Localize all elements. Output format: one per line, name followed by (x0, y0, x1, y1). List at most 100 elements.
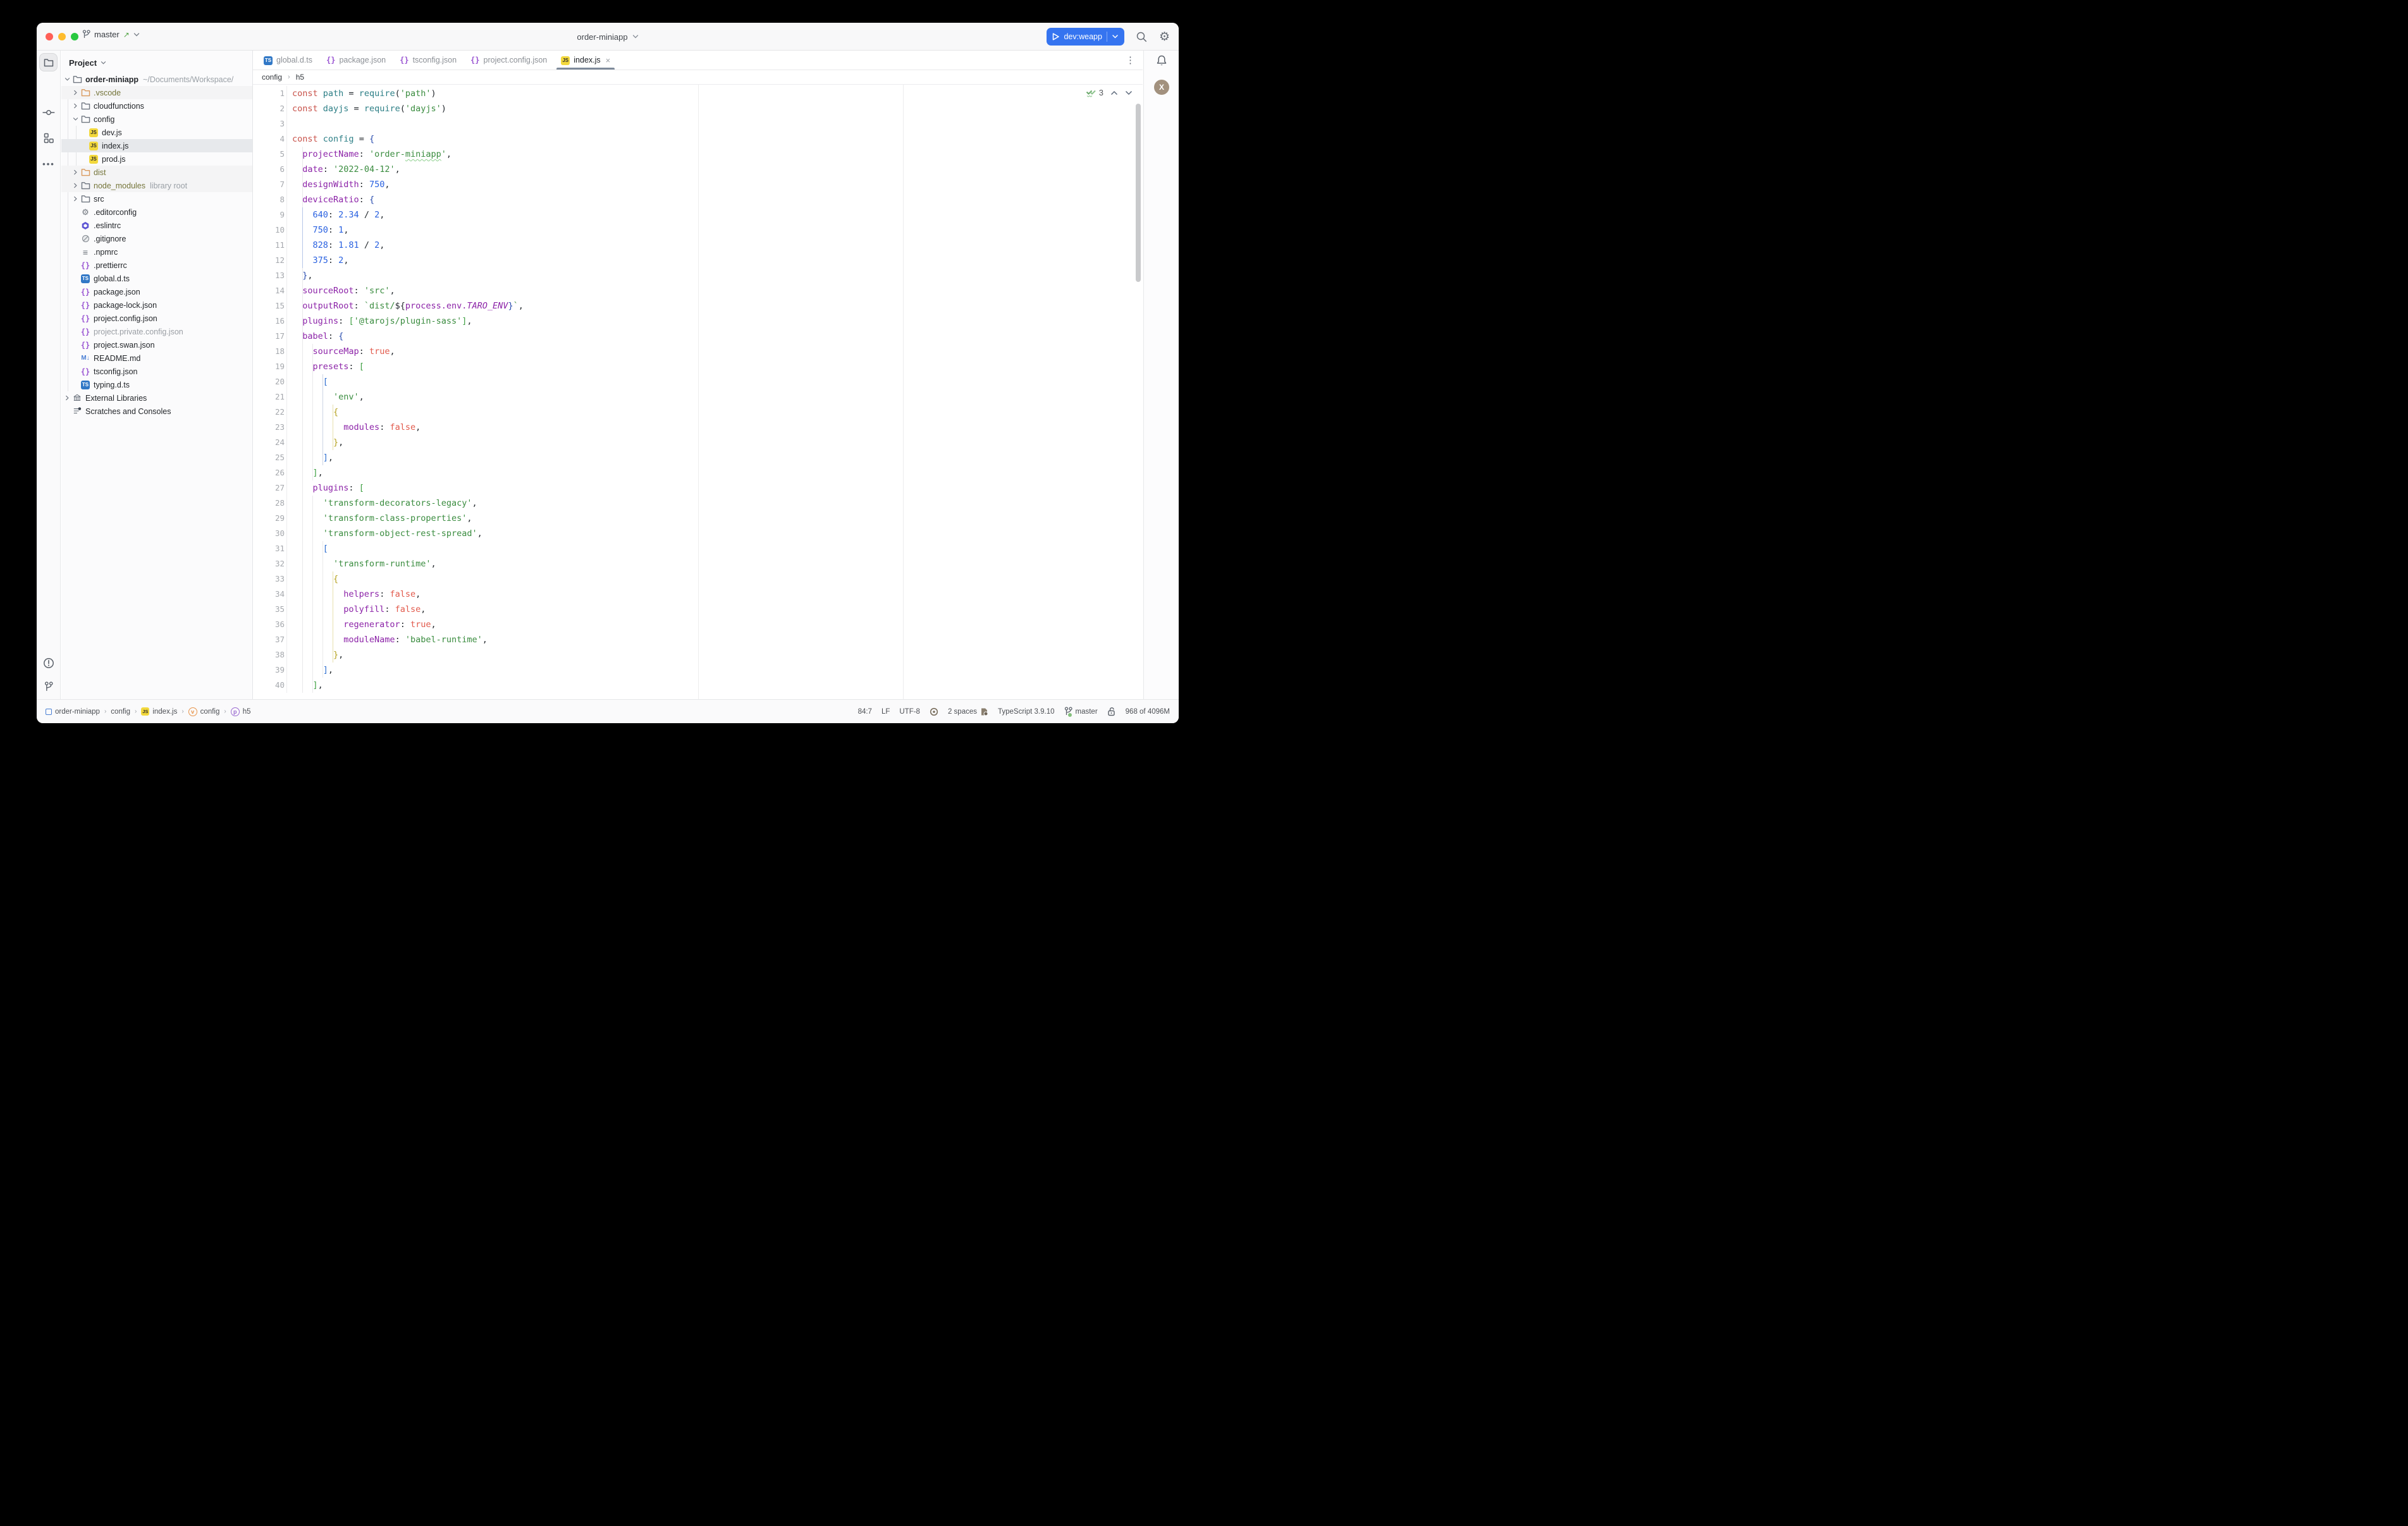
line-number[interactable]: 27 (253, 480, 285, 496)
unlock-icon[interactable] (1107, 707, 1116, 716)
line-number[interactable]: 16 (253, 314, 285, 329)
code-line-31[interactable]: 31 [ (253, 541, 1143, 556)
code-line-22[interactable]: 22 { (253, 405, 1143, 420)
code-line-16[interactable]: 16 plugins: ['@tarojs/plugin-sass'], (253, 314, 1143, 329)
line-number[interactable]: 19 (253, 359, 285, 374)
tree-item-project-private-config-json[interactable]: {}project.private.config.json (61, 325, 252, 338)
line-number[interactable]: 7 (253, 177, 285, 192)
line-number[interactable]: 4 (253, 131, 285, 147)
tree-item-src[interactable]: src (61, 192, 252, 205)
code-line-21[interactable]: 21 'env', (253, 389, 1143, 405)
memory-indicator[interactable]: 968 of 4096M (1126, 708, 1170, 716)
code-line-28[interactable]: 28 'transform-decorators-legacy', (253, 496, 1143, 511)
line-number[interactable]: 18 (253, 344, 285, 359)
code-line-9[interactable]: 9 640: 2.34 / 2, (253, 207, 1143, 223)
next-problem-chevron-down-icon[interactable] (1125, 90, 1133, 95)
line-number[interactable]: 9 (253, 207, 285, 223)
code-line-1[interactable]: 1const path = require('path') (253, 86, 1143, 101)
prev-problem-chevron-up-icon[interactable] (1110, 90, 1118, 95)
tab-package-json[interactable]: {}package.json (319, 51, 393, 70)
tree-item-index-js[interactable]: JSindex.js (61, 139, 252, 152)
tree-item--editorconfig[interactable]: ⚙.editorconfig (61, 205, 252, 219)
code-editor[interactable]: 1const path = require('path')2const dayj… (253, 85, 1143, 699)
status-path-config[interactable]: config (111, 708, 130, 716)
code-line-23[interactable]: 23 modules: false, (253, 420, 1143, 435)
chevron-right-icon[interactable] (73, 90, 78, 95)
tree-item-order-miniapp[interactable]: order-miniapp~/Documents/Workspace/ (61, 73, 252, 86)
line-number[interactable]: 10 (253, 223, 285, 238)
code-line-37[interactable]: 37 moduleName: 'babel-runtime', (253, 632, 1143, 647)
code-line-14[interactable]: 14 sourceRoot: 'src', (253, 283, 1143, 298)
problems-tool-button[interactable] (37, 657, 61, 669)
tree-item-config[interactable]: config (61, 113, 252, 126)
breadcrumb-h5[interactable]: h5 (296, 73, 304, 82)
line-number[interactable]: 26 (253, 465, 285, 480)
tab-tsconfig-json[interactable]: {}tsconfig.json (393, 51, 464, 70)
status-breadcrumb[interactable]: order-miniapp›config›JSindex.js›vconfig›… (46, 707, 251, 716)
code-line-34[interactable]: 34 helpers: false, (253, 587, 1143, 602)
tree-item-package-json[interactable]: {}package.json (61, 285, 252, 298)
code-line-30[interactable]: 30 'transform-object-rest-spread', (253, 526, 1143, 541)
tree-item-project-config-json[interactable]: {}project.config.json (61, 312, 252, 325)
line-number[interactable]: 40 (253, 678, 285, 693)
line-number[interactable]: 39 (253, 662, 285, 678)
indent-setting[interactable]: 2 spaces (948, 708, 977, 716)
tree-item-prod-js[interactable]: JSprod.js (61, 152, 252, 166)
code-line-2[interactable]: 2const dayjs = require('dayjs') (253, 101, 1143, 116)
line-number[interactable]: 22 (253, 405, 285, 420)
line-number[interactable]: 25 (253, 450, 285, 465)
line-number[interactable]: 29 (253, 511, 285, 526)
notifications-button[interactable] (1144, 54, 1179, 67)
chevron-right-icon[interactable] (73, 103, 78, 109)
tree-item-dev-js[interactable]: JSdev.js (61, 126, 252, 139)
tree-item-cloudfunctions[interactable]: cloudfunctions (61, 99, 252, 113)
settings-gear-icon[interactable]: ⚙ (1159, 31, 1170, 43)
tree-item--vscode[interactable]: .vscode (61, 86, 252, 99)
line-number[interactable]: 36 (253, 617, 285, 632)
tree-item-dist[interactable]: dist (61, 166, 252, 179)
highlighting-level-icon[interactable] (930, 707, 938, 716)
tree-item--npmrc[interactable]: ≡.npmrc (61, 245, 252, 259)
line-number[interactable]: 30 (253, 526, 285, 541)
project-panel-header[interactable]: Project (61, 51, 252, 73)
code-line-8[interactable]: 8 deviceRatio: { (253, 192, 1143, 207)
line-number[interactable]: 20 (253, 374, 285, 389)
code-line-18[interactable]: 18 sourceMap: true, (253, 344, 1143, 359)
tab-global-d-ts[interactable]: TSglobal.d.ts (257, 51, 319, 70)
status-path-order-miniapp[interactable]: order-miniapp (46, 708, 100, 716)
commit-tool-button[interactable] (37, 109, 61, 116)
code-line-35[interactable]: 35 polyfill: false, (253, 602, 1143, 617)
status-git-branch[interactable]: master (1064, 707, 1098, 716)
line-number[interactable]: 11 (253, 238, 285, 253)
line-number[interactable]: 34 (253, 587, 285, 602)
tree-item-global-d-ts[interactable]: TSglobal.d.ts (61, 272, 252, 285)
caret-position[interactable]: 84:7 (858, 708, 872, 716)
tree-item--gitignore[interactable]: .gitignore (61, 232, 252, 245)
structure-tool-button[interactable] (37, 133, 61, 143)
breadcrumb-config[interactable]: config (262, 73, 282, 82)
code-line-40[interactable]: 40 ], (253, 678, 1143, 693)
chevron-down-icon[interactable] (64, 77, 70, 82)
tree-item-package-lock-json[interactable]: {}package-lock.json (61, 298, 252, 312)
project-tool-button[interactable] (39, 53, 58, 71)
search-icon[interactable] (1136, 31, 1148, 43)
file-encoding[interactable]: UTF-8 (899, 708, 920, 716)
line-number[interactable]: 15 (253, 298, 285, 314)
plugin-button[interactable]: X (1144, 80, 1179, 95)
line-number[interactable]: 35 (253, 602, 285, 617)
tab-options-kebab-icon[interactable]: ⋮ (1126, 54, 1135, 66)
code-line-27[interactable]: 27 plugins: [ (253, 480, 1143, 496)
tree-item-scratches-and-consoles[interactable]: Scratches and Consoles (61, 405, 252, 418)
code-line-32[interactable]: 32 'transform-runtime', (253, 556, 1143, 571)
git-tool-button[interactable] (37, 681, 61, 692)
line-number[interactable]: 1 (253, 86, 285, 101)
code-line-15[interactable]: 15 outputRoot: `dist/${process.env.TARO_… (253, 298, 1143, 314)
run-configuration-button[interactable]: dev:weapp (1047, 28, 1124, 46)
line-number[interactable]: 33 (253, 571, 285, 587)
tree-item-tsconfig-json[interactable]: {}tsconfig.json (61, 365, 252, 378)
status-path-config[interactable]: vconfig (188, 707, 220, 716)
more-tool-windows-button[interactable]: ••• (37, 159, 61, 169)
chevron-right-icon[interactable] (73, 169, 78, 175)
line-number[interactable]: 14 (253, 283, 285, 298)
line-number[interactable]: 5 (253, 147, 285, 162)
